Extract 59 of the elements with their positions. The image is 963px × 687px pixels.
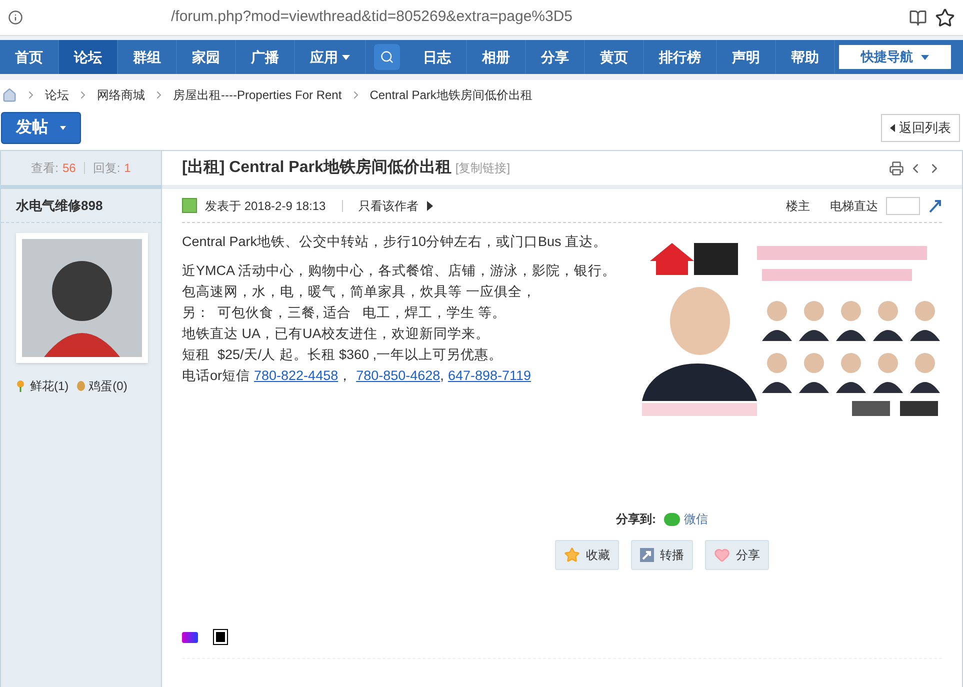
- post-line: 包高速网，水，电，暖气，简单家具，炊具等 一应俱全，: [182, 283, 537, 301]
- info-icon[interactable]: [8, 10, 23, 25]
- eggs-count[interactable]: 鸡蛋(0): [88, 377, 128, 395]
- post-line: 另： 可包伙食，三餐, 适合 电工，焊工，学生 等。: [182, 304, 508, 322]
- post-line: 短租 $25/天/人 起。长租 $360 ,一年以上可另优惠。: [182, 346, 504, 364]
- separator-comma: ，: [338, 367, 352, 385]
- floor-input[interactable]: [886, 196, 920, 214]
- replies-count: 1: [124, 160, 131, 177]
- nav-link[interactable]: 论坛: [59, 40, 118, 74]
- right-triangle-icon: [426, 200, 433, 210]
- egg-icon: [76, 381, 85, 391]
- breadcrumb-link[interactable]: 网络商城: [97, 86, 145, 104]
- phone-label: 电话or短信: [182, 367, 250, 385]
- thread-title: [出租] Central Park地铁房间低价出租: [182, 157, 452, 178]
- quick-nav-button[interactable]: 快捷导航: [839, 45, 951, 69]
- search-icon: [380, 50, 394, 64]
- caret-icon: [342, 54, 350, 60]
- separator-comma: ,: [440, 367, 444, 385]
- jump-icon[interactable]: [928, 198, 942, 212]
- url-text[interactable]: /forum.php?mod=viewthread&tid=805269&extra=page%3D5: [31, 6, 901, 29]
- print-icon[interactable]: [889, 160, 904, 176]
- flowers-count[interactable]: 鲜花(1): [30, 377, 69, 395]
- star-icon: [564, 547, 580, 563]
- caret-icon: [60, 126, 66, 130]
- breadcrumb-link[interactable]: Central Park地铁房间低价出租: [370, 86, 532, 104]
- views-label: 查看:: [31, 160, 58, 177]
- search-button[interactable]: [374, 44, 400, 70]
- post-line: 地铁直达 UA，已有UA校友进住，欢迎新同学来。: [182, 325, 490, 343]
- action-button[interactable]: 分享: [705, 540, 769, 570]
- flower-icon: [15, 380, 26, 392]
- jump-label: 电梯直达: [830, 198, 878, 214]
- phone-link[interactable]: 780-822-4458: [254, 365, 338, 386]
- bookmark-icon[interactable]: [935, 8, 955, 28]
- left-triangle-icon: [890, 124, 895, 132]
- user-icon: [182, 198, 197, 213]
- author-name[interactable]: 水电气维修898: [16, 196, 103, 216]
- phone-link[interactable]: 780-850-4628: [356, 365, 440, 386]
- forward-icon: [640, 548, 654, 562]
- post-line: 近YMCA 活动中心，购物中心，各式餐馆、店铺，游泳，影院，银行。: [182, 262, 618, 280]
- floor-label: 楼主: [786, 198, 810, 214]
- wechat-link[interactable]: 微信: [684, 510, 708, 528]
- close-icon[interactable]: [214, 630, 227, 644]
- back-to-list-button[interactable]: 返回列表: [881, 114, 960, 142]
- action-button[interactable]: 转播: [631, 540, 693, 570]
- reader-icon[interactable]: [909, 8, 927, 26]
- post-date: 发表于 2018-2-9 18:13: [205, 198, 326, 214]
- phone-link[interactable]: 647-898-7119: [448, 365, 532, 386]
- post-paragraph: Central Park地铁、公交中转站，步行10分钟左右，或门口Bus 直达。: [182, 233, 608, 251]
- caret-icon: [921, 54, 929, 60]
- breadcrumb-link[interactable]: 房屋出租----Properties For Rent: [173, 86, 342, 104]
- views-count: 56: [62, 160, 76, 177]
- post-button[interactable]: 发帖: [1, 112, 81, 144]
- breadcrumb-link[interactable]: 论坛: [45, 86, 69, 104]
- share-label: 分享到:: [616, 511, 656, 528]
- ad-icon: [182, 632, 198, 642]
- heart-icon: [714, 547, 730, 563]
- replies-label: 回复:: [92, 160, 120, 177]
- action-button[interactable]: 收藏: [555, 540, 619, 570]
- author-only-link[interactable]: 只看该作者: [358, 196, 419, 214]
